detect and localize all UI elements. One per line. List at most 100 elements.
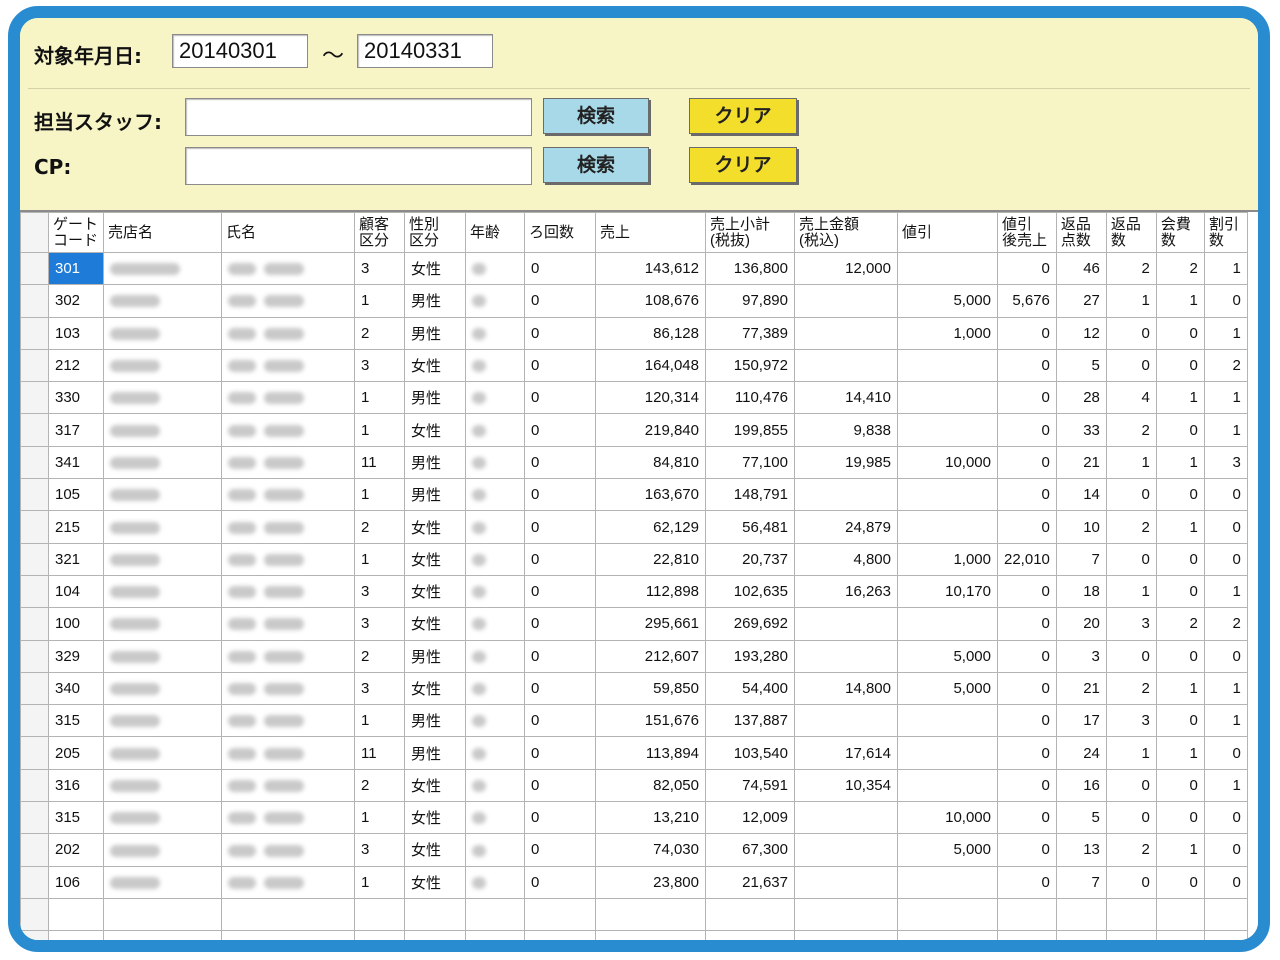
column-header[interactable]: 年齢	[465, 212, 525, 253]
table-cell[interactable]: 24	[1055, 736, 1107, 770]
redacted-cell[interactable]	[221, 801, 355, 835]
table-cell[interactable]: 0	[1105, 768, 1157, 803]
table-cell[interactable]: 103	[48, 316, 104, 350]
table-cell[interactable]: 21	[1055, 671, 1107, 706]
table-cell[interactable]: 0	[997, 639, 1057, 673]
staff-search-button[interactable]: 検索	[543, 98, 649, 134]
empty-cell[interactable]	[1155, 897, 1205, 932]
row-header[interactable]	[20, 348, 49, 383]
redacted-cell[interactable]	[465, 865, 525, 899]
column-header[interactable]: 返品 点数	[1055, 212, 1107, 253]
table-cell[interactable]: 1	[1155, 671, 1205, 706]
table-cell[interactable]: 14,410	[794, 381, 898, 415]
table-cell[interactable]: 0	[997, 833, 1057, 867]
table-cell[interactable]: 0	[524, 768, 596, 803]
empty-cell[interactable]	[897, 930, 998, 940]
table-cell[interactable]: 1	[1203, 413, 1248, 447]
table-row[interactable]: 205 11 男性 0 113,894 103,540 17,614 0 24 1 1 0	[20, 736, 1248, 770]
table-cell[interactable]: 0	[1155, 865, 1205, 899]
table-cell[interactable]: 0	[997, 801, 1057, 835]
table-cell[interactable]: 10	[1055, 510, 1107, 544]
column-header[interactable]: 返品 数	[1105, 212, 1157, 253]
redacted-cell[interactable]	[465, 284, 525, 318]
table-row[interactable]: 330 1 男性 0 120,314 110,476 14,410 0 28 4 1 1	[20, 381, 1248, 415]
table-cell[interactable]: 0	[524, 671, 596, 706]
table-cell[interactable]: 1	[1203, 704, 1248, 738]
table-cell[interactable]: 女性	[404, 607, 466, 641]
table-cell[interactable]: 0	[1105, 639, 1157, 673]
table-cell[interactable]: 3	[354, 833, 405, 867]
table-cell[interactable]: 1	[1155, 736, 1205, 770]
table-cell[interactable]: 3	[354, 607, 405, 641]
redacted-cell[interactable]	[103, 639, 222, 673]
table-cell[interactable]: 0	[524, 510, 596, 544]
table-cell[interactable]: 1	[1155, 833, 1205, 867]
table-cell[interactable]: 男性	[404, 381, 466, 415]
redacted-cell[interactable]	[103, 348, 222, 383]
column-header[interactable]: 売店名	[103, 212, 222, 253]
table-cell[interactable]: 4	[1105, 381, 1157, 415]
column-header[interactable]: ゲート コード	[48, 212, 104, 253]
table-cell[interactable]: 10,000	[897, 445, 998, 480]
table-cell[interactable]: 2	[1203, 348, 1248, 383]
table-cell[interactable]: 2	[354, 639, 405, 673]
redacted-cell[interactable]	[221, 607, 355, 641]
table-cell[interactable]	[897, 865, 998, 899]
empty-cell[interactable]	[794, 897, 898, 932]
empty-cell[interactable]	[1055, 930, 1107, 940]
table-cell[interactable]: 0	[1203, 478, 1248, 512]
table-cell[interactable]: 59,850	[595, 671, 706, 706]
table-row[interactable]: 302 1 男性 0 108,676 97,890 5,000 5,676 27 1 1 0	[20, 284, 1248, 318]
table-cell[interactable]: 2	[1155, 251, 1205, 286]
table-cell[interactable]: 0	[997, 478, 1057, 512]
table-cell[interactable]: 0	[524, 445, 596, 480]
table-cell[interactable]: 77,389	[705, 316, 795, 350]
table-row[interactable]: 321 1 女性 0 22,810 20,737 4,800 1,000 22,010 7 0 0 0	[20, 542, 1248, 576]
empty-cell[interactable]	[705, 930, 795, 940]
table-cell[interactable]: 5,676	[997, 284, 1057, 318]
table-cell[interactable]: 1	[1203, 574, 1248, 609]
row-header[interactable]	[20, 607, 49, 641]
table-cell[interactable]	[897, 510, 998, 544]
redacted-cell[interactable]	[465, 251, 525, 286]
table-cell[interactable]: 0	[1155, 542, 1205, 576]
redacted-cell[interactable]	[103, 736, 222, 770]
table-cell[interactable]: 23,800	[595, 865, 706, 899]
empty-cell[interactable]	[1105, 897, 1157, 932]
redacted-cell[interactable]	[103, 284, 222, 318]
table-cell[interactable]: 3	[354, 574, 405, 609]
table-cell[interactable]	[794, 607, 898, 641]
table-cell[interactable]: 12	[1055, 316, 1107, 350]
table-cell[interactable]: 女性	[404, 510, 466, 544]
table-cell[interactable]: 0	[997, 316, 1057, 350]
table-cell[interactable]: 86,128	[595, 316, 706, 350]
table-row[interactable]: 215 2 女性 0 62,129 56,481 24,879 0 10 2 1 0	[20, 510, 1248, 544]
table-cell[interactable]: 0	[997, 251, 1057, 286]
table-cell[interactable]	[897, 607, 998, 641]
redacted-cell[interactable]	[221, 251, 355, 286]
table-cell[interactable]: 219,840	[595, 413, 706, 447]
table-cell[interactable]: 5,000	[897, 671, 998, 706]
row-header[interactable]	[20, 478, 49, 512]
row-header[interactable]	[20, 574, 49, 609]
redacted-cell[interactable]	[103, 574, 222, 609]
table-cell[interactable]: 0	[1203, 865, 1248, 899]
table-cell[interactable]: 20,737	[705, 542, 795, 576]
redacted-cell[interactable]	[465, 316, 525, 350]
table-cell[interactable]: 0	[1155, 348, 1205, 383]
empty-cell[interactable]	[221, 897, 355, 932]
table-cell[interactable]	[897, 768, 998, 803]
table-cell[interactable]: 301	[48, 251, 104, 286]
table-cell[interactable]: 2	[1105, 671, 1157, 706]
table-cell[interactable]: 3	[354, 251, 405, 286]
row-header[interactable]	[20, 768, 49, 803]
table-cell[interactable]: 0	[1155, 768, 1205, 803]
table-cell[interactable]: 2	[354, 768, 405, 803]
table-cell[interactable]: 男性	[404, 736, 466, 770]
table-cell[interactable]: 1	[1203, 768, 1248, 803]
redacted-cell[interactable]	[221, 348, 355, 383]
row-header[interactable]	[20, 736, 49, 770]
table-cell[interactable]: 0	[997, 413, 1057, 447]
table-cell[interactable]: 20	[1055, 607, 1107, 641]
table-cell[interactable]: 0	[1155, 704, 1205, 738]
